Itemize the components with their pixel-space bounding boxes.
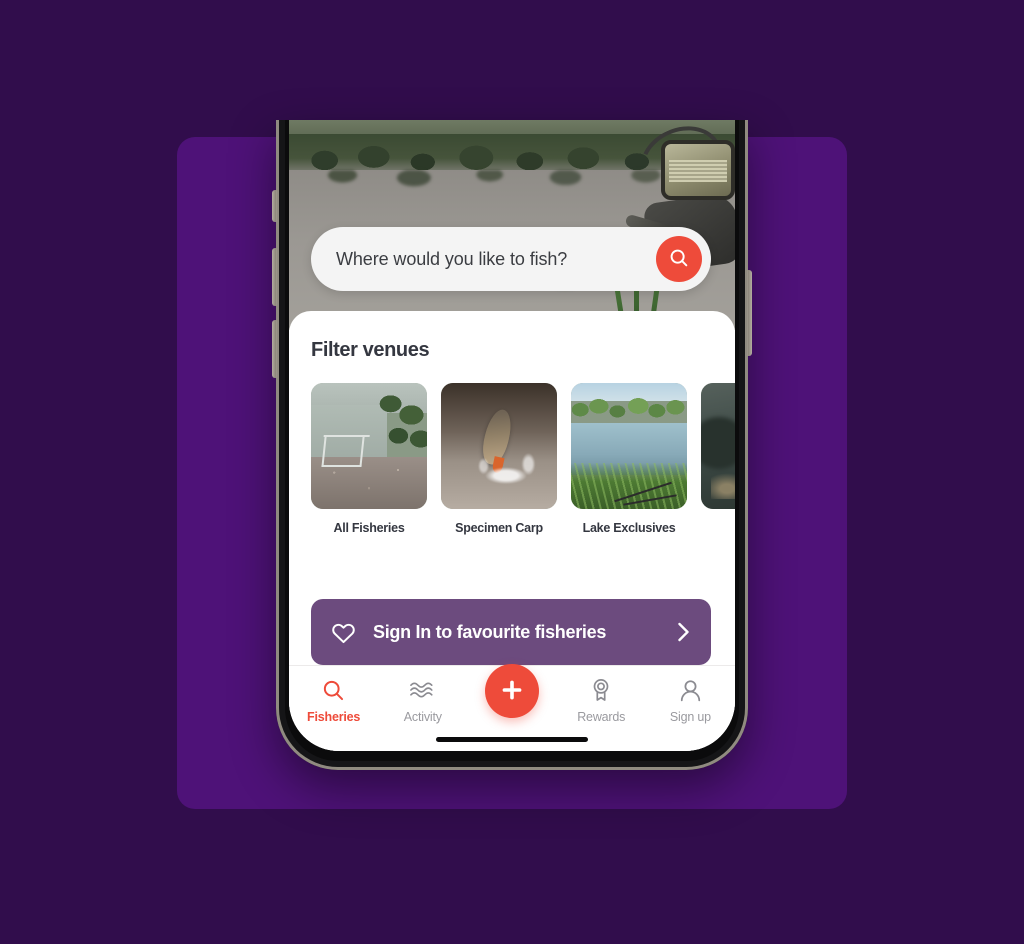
filter-carousel[interactable]: All Fisheries Specimen Carp Lake Exclusi… [311, 383, 735, 535]
search-icon [321, 676, 346, 704]
fishing-reel-icon [609, 120, 735, 326]
power-button[interactable] [747, 270, 752, 356]
silent-switch[interactable] [272, 190, 277, 222]
phone-device-frame: Where would you like to fish? Filter ven… [272, 120, 752, 770]
chevron-right-icon [676, 621, 691, 643]
filter-card-next[interactable] [701, 383, 735, 535]
search-input[interactable]: Where would you like to fish? [311, 249, 656, 270]
person-icon [678, 676, 703, 704]
plus-icon [498, 676, 526, 707]
filter-card-lake-exclusives[interactable]: Lake Exclusives [571, 383, 687, 535]
signin-favourite-button[interactable]: Sign In to favourite fisheries [311, 599, 711, 665]
volume-down-button[interactable] [272, 320, 277, 378]
nav-label: Sign up [669, 710, 711, 724]
heart-icon [331, 621, 356, 644]
volume-up-button[interactable] [272, 248, 277, 306]
search-bar[interactable]: Where would you like to fish? [311, 227, 711, 291]
filter-label: All Fisheries [333, 521, 405, 535]
page-title: Filter venues [311, 339, 430, 361]
filter-thumbnail [311, 383, 427, 509]
nav-item-rewards[interactable]: Rewards [557, 676, 646, 724]
nav-label: Rewards [577, 710, 626, 724]
nav-label: Fisheries [307, 710, 361, 724]
search-icon [668, 247, 690, 272]
filter-thumbnail [441, 383, 557, 509]
filter-card-all-fisheries[interactable]: All Fisheries [311, 383, 427, 535]
filter-label: Specimen Carp [455, 521, 543, 535]
hero-image [289, 120, 735, 330]
medal-icon [589, 676, 613, 704]
signin-label: Sign In to favourite fisheries [373, 621, 607, 642]
nav-item-activity[interactable]: Activity [378, 676, 467, 724]
nav-label: Activity [403, 710, 442, 724]
filter-thumbnail [571, 383, 687, 509]
nav-item-fisheries[interactable]: Fisheries [289, 676, 378, 724]
waves-icon [409, 676, 436, 704]
filter-thumbnail [701, 383, 735, 509]
filter-card-specimen-carp[interactable]: Specimen Carp [441, 383, 557, 535]
filter-sheet: Filter venues All Fisheries Specimen Car… [289, 311, 735, 751]
phone-screen: Where would you like to fish? Filter ven… [289, 120, 735, 751]
add-fab-button[interactable] [485, 664, 539, 718]
search-submit-button[interactable] [656, 236, 702, 282]
filter-label: Lake Exclusives [582, 521, 676, 535]
nav-item-signup[interactable]: Sign up [646, 676, 735, 724]
home-indicator[interactable] [436, 737, 588, 742]
